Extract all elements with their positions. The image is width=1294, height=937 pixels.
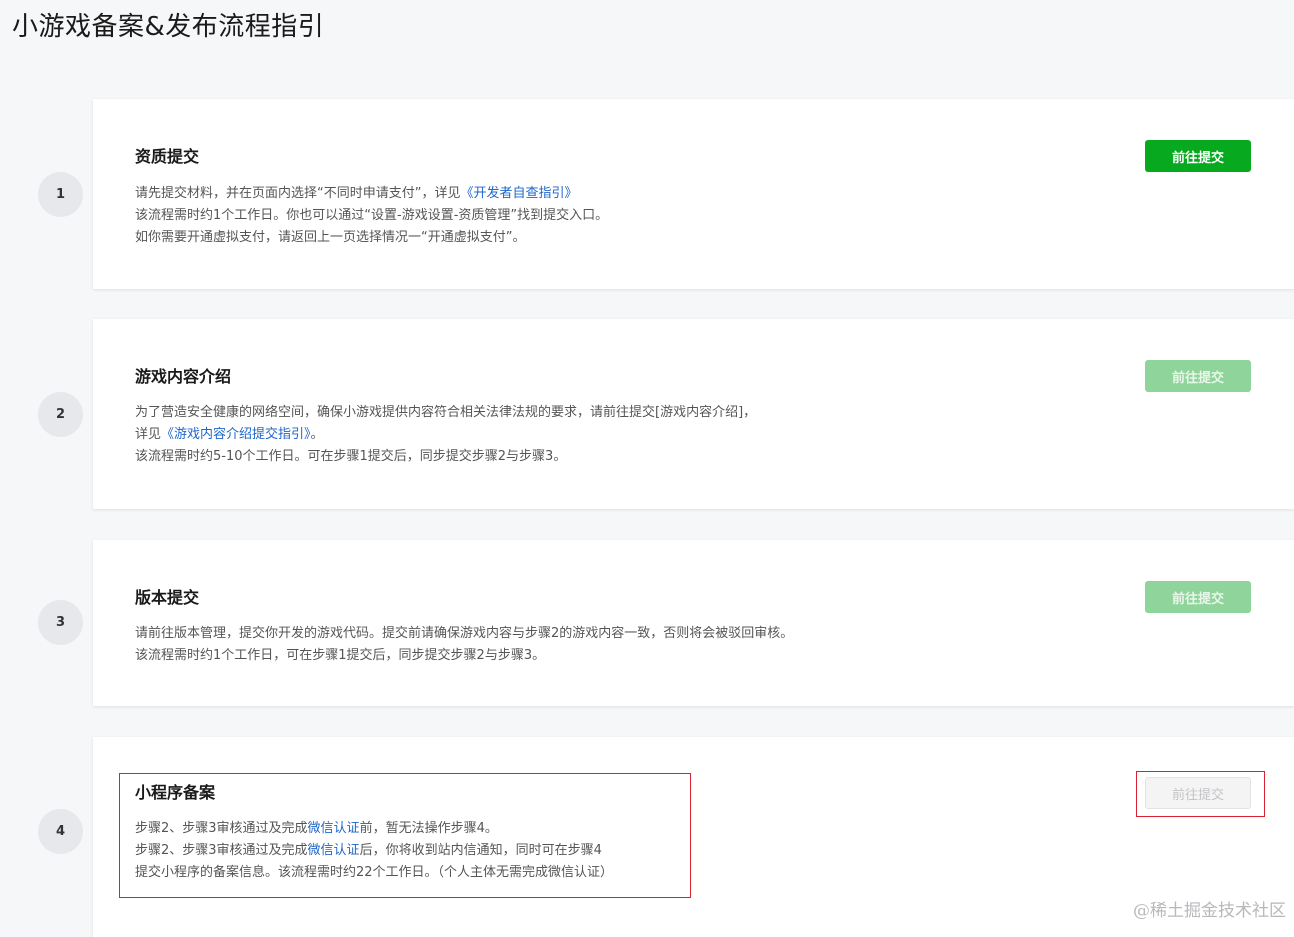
description-line: 该流程需时约5-10个工作日。可在步骤1提交后，同步提交步骤2与步骤3。 <box>135 446 756 468</box>
description-line: 为了营造安全健康的网络空间，确保小游戏提供内容符合相关法律法规的要求，请前往提交… <box>135 402 756 424</box>
developer-guide-link[interactable]: 《开发者自查指引》 <box>460 186 577 201</box>
submit-button[interactable]: 前往提交 <box>1145 581 1251 613</box>
step-number-badge: 3 <box>38 600 83 645</box>
step-description: 请前往版本管理，提交你开发的游戏代码。提交前请确保游戏内容与步骤2的游戏内容一致… <box>135 623 793 667</box>
description-line: 如你需要开通虚拟支付，请返回上一页选择情况一“开通虚拟支付”。 <box>135 227 608 249</box>
description-line: 该流程需时约1个工作日，可在步骤1提交后，同步提交步骤2与步骤3。 <box>135 645 793 667</box>
content-intro-guide-link[interactable]: 《游戏内容介绍提交指引》 <box>161 427 311 442</box>
step-title: 游戏内容介绍 <box>135 363 231 387</box>
step-description: 请先提交材料，并在页面内选择“不同时申请支付”，详见《开发者自查指引》 该流程需… <box>135 183 608 249</box>
step-title: 版本提交 <box>135 584 199 608</box>
highlight-box-description <box>119 773 691 898</box>
description-line: 请前往版本管理，提交你开发的游戏代码。提交前请确保游戏内容与步骤2的游戏内容一致… <box>135 623 793 645</box>
description-line: 该流程需时约1个工作日。你也可以通过“设置-游戏设置-资质管理”找到提交入口。 <box>135 205 608 227</box>
description-line: 请先提交材料，并在页面内选择“不同时申请支付”，详见《开发者自查指引》 <box>135 183 608 205</box>
step-number-badge: 2 <box>38 392 83 437</box>
step-description: 为了营造安全健康的网络空间，确保小游戏提供内容符合相关法律法规的要求，请前往提交… <box>135 402 756 468</box>
highlight-box-button <box>1136 771 1265 817</box>
step-card-content-intro: 游戏内容介绍 为了营造安全健康的网络空间，确保小游戏提供内容符合相关法律法规的要… <box>93 319 1294 509</box>
submit-button[interactable]: 前往提交 <box>1145 360 1251 392</box>
step-title: 资质提交 <box>135 143 199 167</box>
step-card-version-submit: 版本提交 请前往版本管理，提交你开发的游戏代码。提交前请确保游戏内容与步骤2的游… <box>93 540 1294 706</box>
step-number-badge: 4 <box>38 809 83 854</box>
step-number-badge: 1 <box>38 172 83 217</box>
submit-button[interactable]: 前往提交 <box>1145 140 1251 172</box>
step-card-qualification: 资质提交 请先提交材料，并在页面内选择“不同时申请支付”，详见《开发者自查指引》… <box>93 99 1294 289</box>
page-title: 小游戏备案&发布流程指引 <box>12 6 324 43</box>
description-line: 详见《游戏内容介绍提交指引》。 <box>135 424 756 446</box>
watermark: @稀土掘金技术社区 <box>1133 896 1286 921</box>
